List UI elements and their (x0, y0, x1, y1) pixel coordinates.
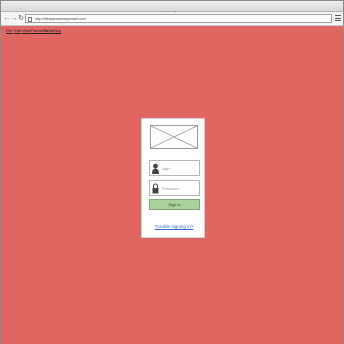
lock-icon (152, 183, 159, 194)
user-icon (152, 163, 159, 174)
title-bar: A Web Page (1, 1, 343, 15)
login-placeholder: login (162, 166, 171, 171)
menu-bar: File Edit View Favorites Tools Help (1, 27, 343, 35)
trouble-signing-in-link[interactable]: Trouble signing in? (142, 224, 206, 229)
reload-icon[interactable]: ↻ (17, 14, 25, 23)
sign-in-button[interactable]: Sign in (149, 199, 200, 210)
browser-window: A Web Page ← → ↻ http://lifeapproachappr… (0, 0, 344, 344)
hamburger-menu-icon[interactable] (335, 15, 341, 22)
image-placeholder-icon (150, 125, 198, 149)
login-card: login Password Sign in Trouble signing i… (141, 118, 205, 238)
menu-edit[interactable]: Edit (14, 28, 21, 34)
menu-file[interactable]: File (6, 28, 12, 34)
password-placeholder: Password (162, 186, 180, 191)
logo-placeholder-icon (150, 125, 198, 149)
page-icon (28, 16, 32, 22)
browser-toolbar: ← → ↻ http://lifeapproachapproach.com (1, 12, 343, 26)
menu-help[interactable]: Help (53, 28, 61, 34)
menu-view[interactable]: View (22, 28, 31, 34)
menu-tools[interactable]: Tools (44, 28, 53, 34)
password-field[interactable]: Password (149, 180, 200, 196)
login-field[interactable]: login (149, 160, 200, 176)
address-bar[interactable]: http://lifeapproachapproach.com (25, 14, 332, 23)
url-text[interactable]: http://lifeapproachapproach.com (35, 15, 86, 23)
